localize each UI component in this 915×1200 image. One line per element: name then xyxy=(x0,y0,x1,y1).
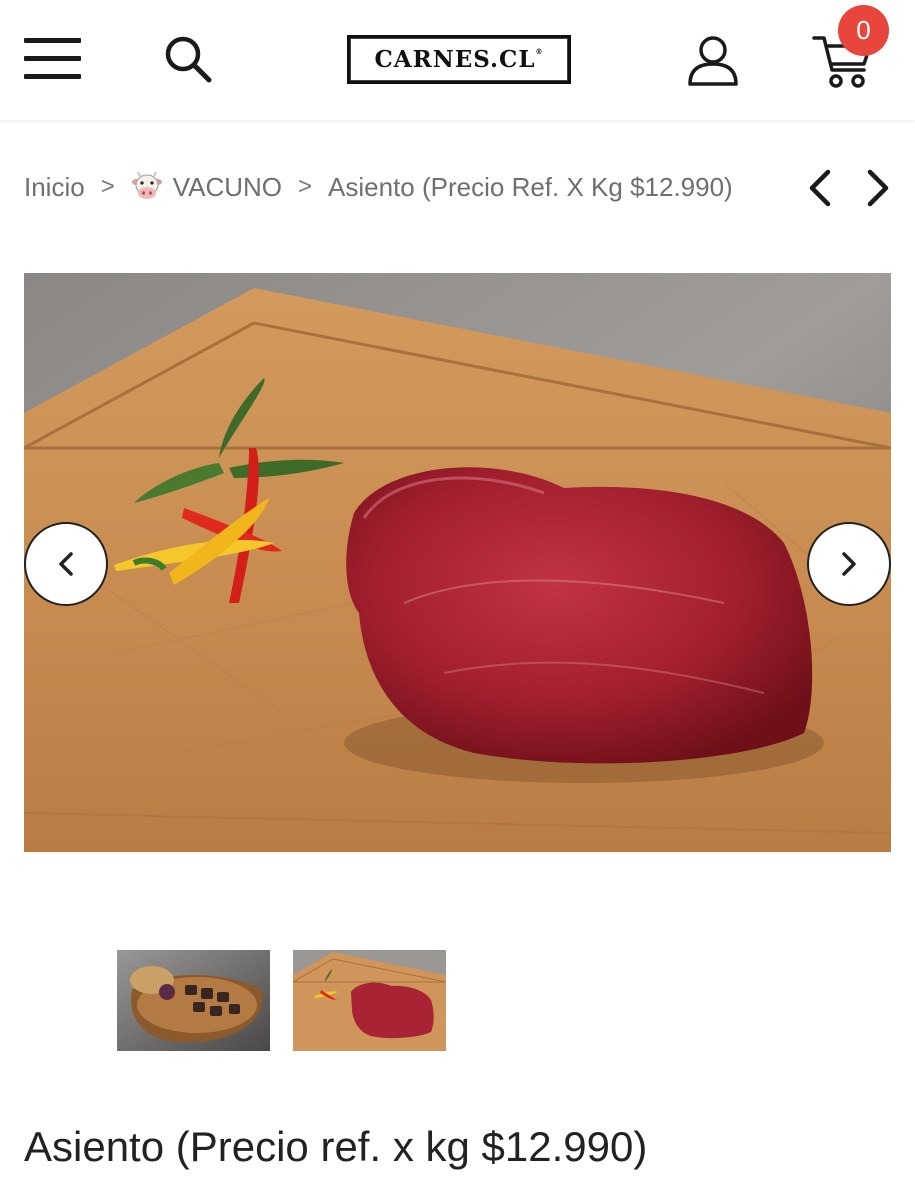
menu-icon[interactable] xyxy=(24,38,81,80)
registered-mark: ® xyxy=(535,47,544,56)
product-main-image[interactable] xyxy=(24,273,891,852)
gallery-thumbnail-active[interactable] xyxy=(293,950,446,1051)
site-logo[interactable]: CARNES.CL ® xyxy=(347,35,571,84)
gallery-prev-button[interactable] xyxy=(24,522,108,606)
cart-count-badge: 0 xyxy=(838,5,889,56)
search-icon[interactable] xyxy=(162,34,214,84)
breadcrumb-separator: > xyxy=(100,173,115,200)
chevron-left-icon xyxy=(59,552,73,576)
user-icon[interactable] xyxy=(687,35,739,87)
cow-face-icon xyxy=(131,172,162,199)
breadcrumb-current: Asiento (Precio Ref. X Kg $12.990) xyxy=(328,171,733,202)
logo-text: CARNES.CL xyxy=(374,46,536,73)
gallery-thumbnail[interactable] xyxy=(117,950,270,1051)
breadcrumb-home[interactable]: Inicio xyxy=(24,172,85,203)
breadcrumb-category[interactable]: VACUNO xyxy=(173,172,282,203)
breadcrumb-separator: > xyxy=(298,173,313,200)
product-title: Asiento (Precio ref. x kg $12.990) xyxy=(24,1123,648,1170)
site-header: CARNES.CL ® 0 xyxy=(0,0,915,120)
chevron-right-icon xyxy=(842,552,856,576)
gallery-next-button[interactable] xyxy=(807,522,891,606)
previous-product-icon[interactable] xyxy=(806,168,834,208)
breadcrumb: Inicio > VACUNO > Asiento (Precio Ref. X… xyxy=(24,168,733,206)
next-product-icon[interactable] xyxy=(864,168,892,208)
